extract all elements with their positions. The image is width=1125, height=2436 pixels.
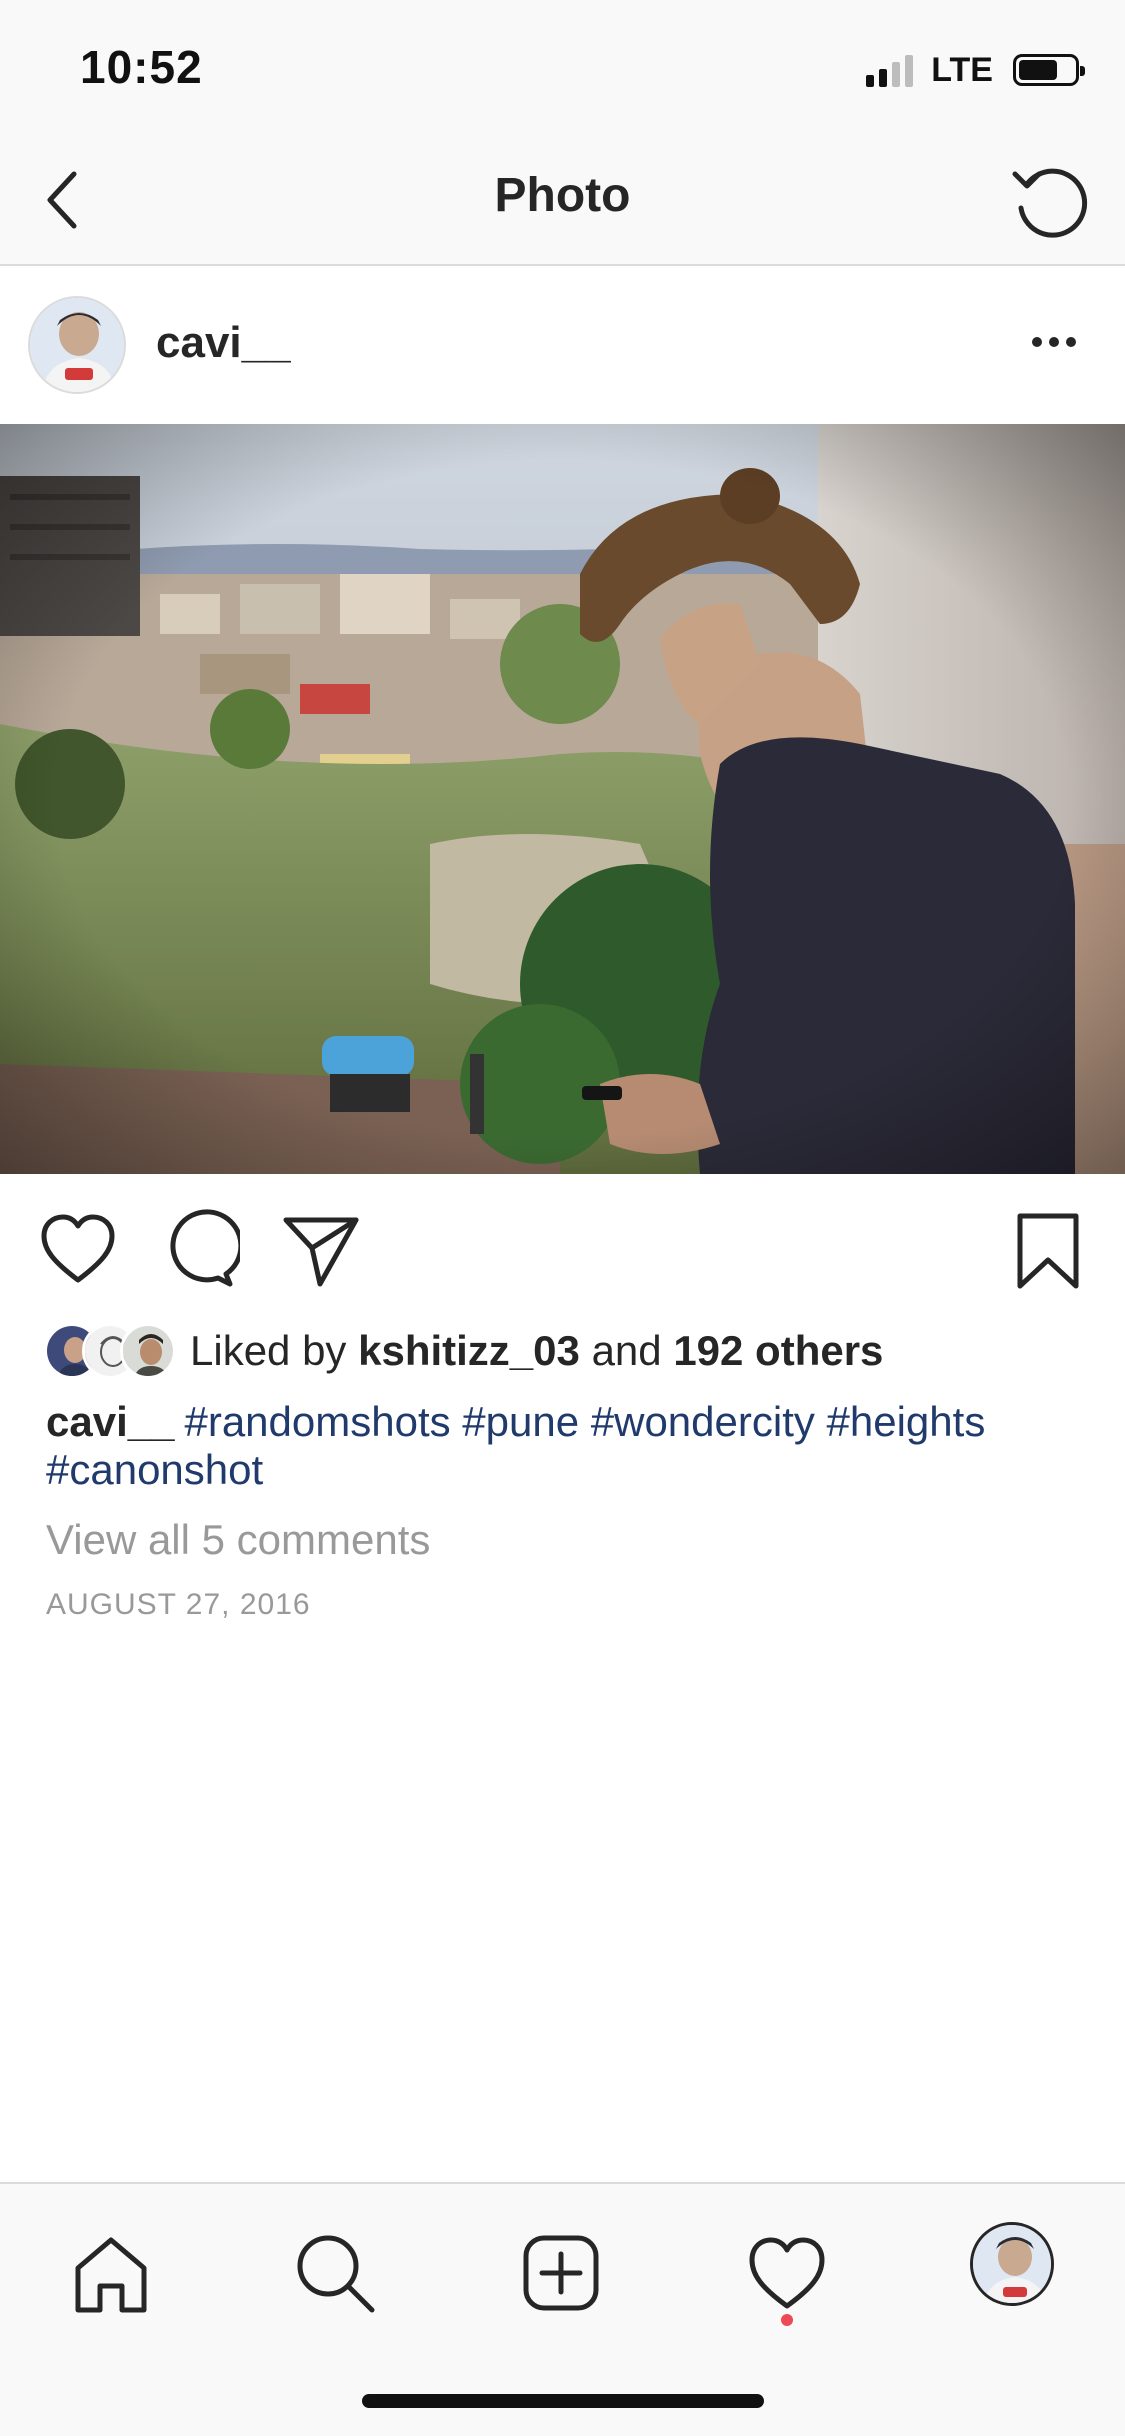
share-send-icon[interactable]	[278, 1208, 362, 1292]
post-username[interactable]: cavi__	[156, 318, 291, 368]
more-options-icon[interactable]	[1019, 322, 1089, 362]
activity-heart-icon[interactable]	[742, 2228, 832, 2318]
signal-strength-icon	[866, 53, 914, 87]
status-indicators: LTE	[866, 50, 1085, 90]
status-time: 10:52	[80, 41, 203, 93]
likes-others-count[interactable]: 192 others	[673, 1327, 883, 1374]
like-heart-icon[interactable]	[36, 1208, 120, 1292]
network-type: LTE	[931, 50, 993, 89]
status-bar: 10:52 LTE	[0, 0, 1125, 132]
home-indicator	[362, 2394, 764, 2408]
post-actions	[0, 1174, 1125, 1318]
battery-icon	[1013, 54, 1085, 86]
likes-row[interactable]: Liked by kshitizz_03 and 192 others	[44, 1318, 883, 1384]
avatar[interactable]	[28, 296, 126, 394]
liker-avatars	[44, 1323, 180, 1379]
home-icon[interactable]	[66, 2228, 156, 2318]
add-post-icon[interactable]	[516, 2228, 606, 2318]
search-icon[interactable]	[290, 2228, 380, 2318]
caption-username[interactable]: cavi__	[46, 1398, 174, 1445]
refresh-icon[interactable]	[1005, 156, 1095, 246]
likes-prefix: Liked by	[190, 1327, 347, 1374]
view-comments-link[interactable]: View all 5 comments	[46, 1516, 430, 1564]
page-title: Photo	[494, 169, 631, 222]
post-caption: cavi__ #randomshots #pune #wondercity #he…	[46, 1398, 1086, 1494]
nav-header: Photo	[0, 132, 1125, 266]
likes-joiner: and	[591, 1327, 662, 1374]
notification-dot	[781, 2314, 793, 2326]
comment-icon[interactable]	[156, 1208, 240, 1292]
post-date: AUGUST 27, 2016	[46, 1588, 311, 1621]
post-photo[interactable]	[0, 424, 1125, 1174]
post-header: cavi__	[0, 266, 1125, 424]
bookmark-icon[interactable]	[1006, 1208, 1090, 1292]
caption-hashtags[interactable]: #randomshots #pune #wondercity #heights …	[46, 1398, 985, 1493]
liker-username[interactable]: kshitizz_03	[358, 1327, 580, 1374]
likes-text: Liked by kshitizz_03 and 192 others	[190, 1327, 883, 1375]
avatar	[120, 1323, 176, 1379]
profile-tab-avatar[interactable]	[970, 2222, 1054, 2306]
